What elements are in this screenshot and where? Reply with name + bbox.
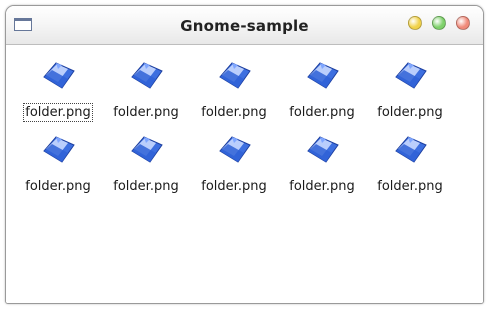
- icon-item[interactable]: folder.png: [14, 127, 102, 201]
- icon-view[interactable]: folder.png folder.png folder.png folder.…: [6, 45, 483, 303]
- folder-icon: [131, 136, 163, 163]
- folder-icon: [307, 62, 339, 89]
- icon-item[interactable]: folder.png: [278, 127, 366, 201]
- icon-item[interactable]: folder.png: [366, 53, 454, 127]
- item-label: folder.png: [377, 105, 443, 120]
- folder-icon: [219, 62, 251, 89]
- item-label: folder.png: [377, 179, 443, 194]
- folder-icon: [43, 62, 75, 89]
- icon-item[interactable]: folder.png: [14, 53, 102, 127]
- maximize-button[interactable]: [432, 16, 446, 30]
- folder-icon: [395, 136, 427, 163]
- item-label: folder.png: [201, 105, 267, 120]
- close-button[interactable]: [456, 16, 470, 30]
- title-bar[interactable]: Gnome-sample: [6, 6, 483, 45]
- item-label: folder.png: [201, 179, 267, 194]
- icon-item[interactable]: folder.png: [278, 53, 366, 127]
- folder-icon: [219, 136, 251, 163]
- icon-item[interactable]: folder.png: [190, 127, 278, 201]
- folder-icon: [43, 136, 75, 163]
- minimize-button[interactable]: [408, 16, 422, 30]
- folder-icon: [395, 62, 427, 89]
- folder-icon: [307, 136, 339, 163]
- item-label: folder.png: [289, 179, 355, 194]
- item-label: folder.png: [113, 105, 179, 120]
- icon-item[interactable]: folder.png: [102, 127, 190, 201]
- item-label: folder.png: [23, 103, 93, 122]
- icon-item[interactable]: folder.png: [190, 53, 278, 127]
- icon-item[interactable]: folder.png: [366, 127, 454, 201]
- item-label: folder.png: [289, 105, 355, 120]
- icon-grid: folder.png folder.png folder.png folder.…: [14, 53, 454, 201]
- folder-icon: [131, 62, 163, 89]
- icon-item[interactable]: folder.png: [102, 53, 190, 127]
- item-label: folder.png: [25, 179, 91, 194]
- item-label: folder.png: [113, 179, 179, 194]
- app-window: Gnome-sample folder.png folder.png folde…: [5, 5, 484, 304]
